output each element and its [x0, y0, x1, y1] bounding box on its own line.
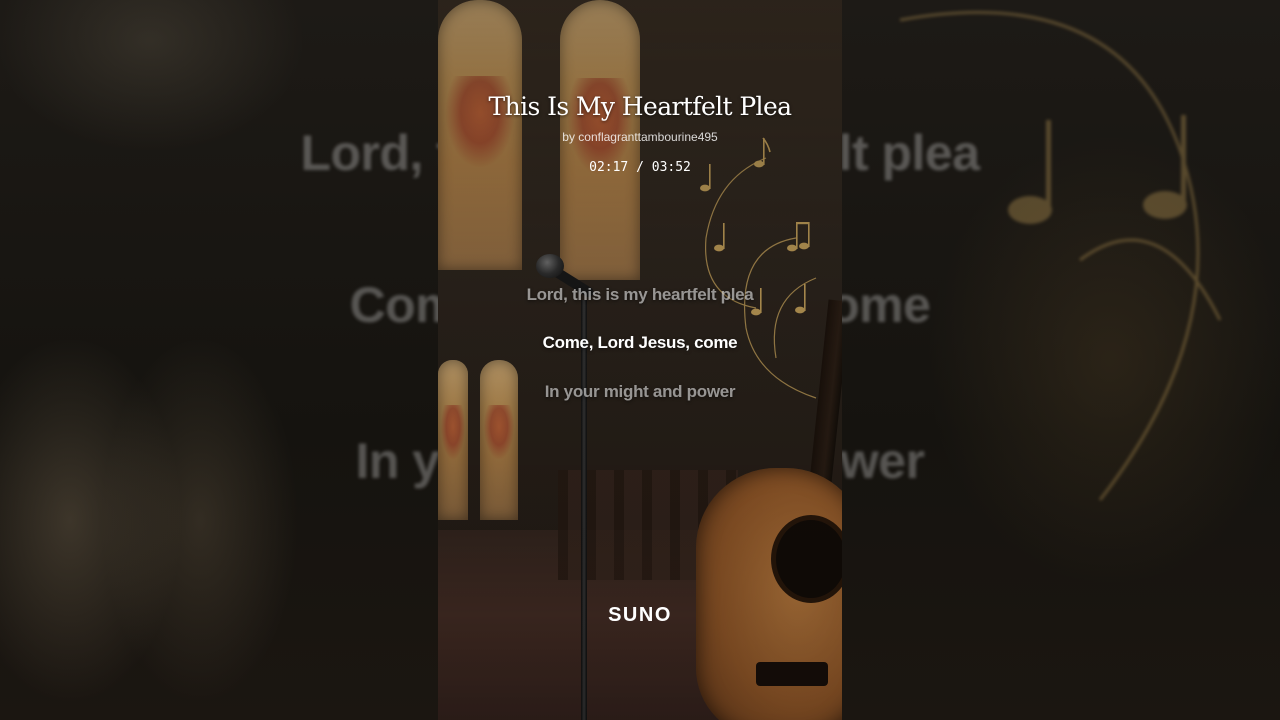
suno-logo: SUNO	[608, 604, 672, 626]
time-readout: 02:17 / 03:52	[589, 160, 691, 175]
lyric-line-current: Come, Lord Jesus, come	[542, 333, 738, 352]
song-artist: by conflagranttambourine495	[562, 130, 718, 144]
lyric-line-next: In your might and power	[544, 382, 736, 401]
song-title: This Is My Heartfelt Plea	[488, 92, 793, 121]
video-frame: Lord, this is my heartfelt plea Come, Lo…	[0, 0, 1280, 720]
background-music-notes-icon	[899, 10, 1222, 501]
lyric-line-previous: Lord, this is my heartfelt plea	[526, 285, 754, 304]
